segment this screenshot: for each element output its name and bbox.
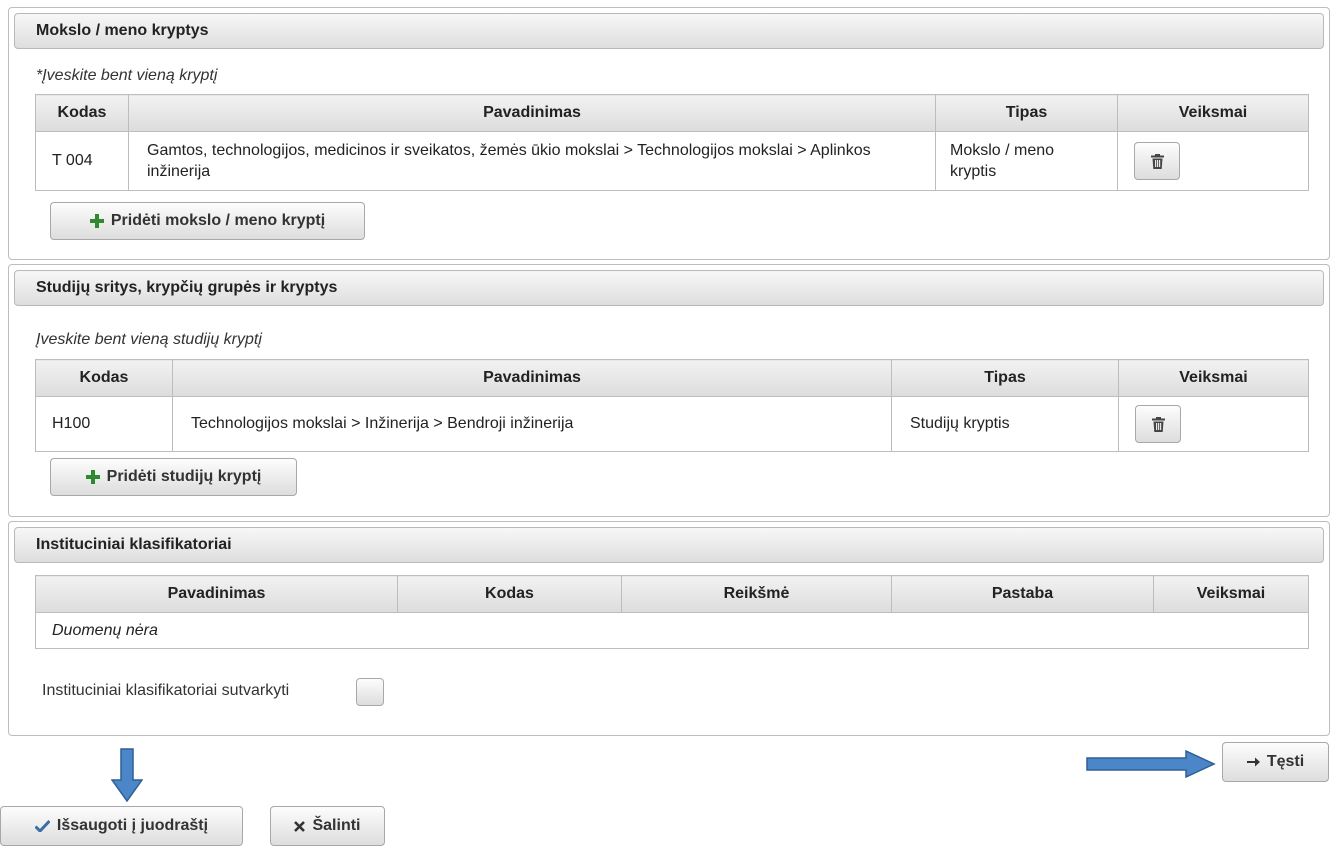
save-draft-button[interactable]: Išsaugoti į juodraštį: [0, 806, 243, 846]
table-row-empty: Duomenų nėra: [35, 612, 1309, 649]
col-pavadinimas[interactable]: Pavadinimas: [128, 94, 936, 132]
delete-button[interactable]: [1134, 142, 1180, 180]
trash-icon: [1151, 416, 1165, 432]
cell-tipas: Mokslo / meno kryptis: [935, 131, 1118, 191]
checkbox-label: Instituciniai klasifikatoriai sutvarkyti: [42, 682, 290, 699]
col-veiksmai: Veiksmai: [1153, 575, 1309, 613]
panel-instituciniai: Instituciniai klasifikatoriai Pavadinima…: [8, 521, 1330, 736]
cell-kodas: T 004: [35, 131, 129, 191]
panel-header-instituciniai: Instituciniai klasifikatoriai: [14, 527, 1324, 563]
add-mokslo-kryptis-button[interactable]: Pridėti mokslo / meno kryptį: [50, 202, 365, 240]
col-kodas[interactable]: Kodas: [397, 575, 622, 613]
cell-tipas: Studijų kryptis: [891, 396, 1119, 452]
col-pavadinimas[interactable]: Pavadinimas: [172, 359, 892, 397]
delete-draft-label: Šalinti: [312, 817, 361, 834]
panel-studiju-sritys: Studijų sritys, krypčių grupės ir krypty…: [8, 264, 1330, 517]
table-studiju: Kodas Pavadinimas Tipas Veiksmai H100 Te…: [35, 359, 1309, 452]
blue-arrow-down-icon: [111, 748, 143, 802]
col-veiksmai: Veiksmai: [1118, 359, 1309, 397]
col-pavadinimas[interactable]: Pavadinimas: [35, 575, 398, 613]
trash-icon: [1150, 153, 1164, 169]
continue-label: Tęsti: [1266, 753, 1305, 770]
arrow-right-icon: [1246, 757, 1260, 767]
col-kodas[interactable]: Kodas: [35, 94, 129, 132]
cell-kodas: H100: [35, 396, 173, 452]
col-pastaba[interactable]: Pastaba: [891, 575, 1154, 613]
delete-button[interactable]: [1135, 405, 1181, 443]
cell-veiksmai: [1118, 396, 1309, 452]
add-mokslo-label: Pridėti mokslo / meno kryptį: [110, 212, 326, 229]
cell-veiksmai: [1117, 131, 1309, 191]
table-mokslo: Kodas Pavadinimas Tipas Veiksmai T 004 G…: [35, 94, 1309, 191]
delete-draft-button[interactable]: Šalinti: [270, 806, 385, 846]
continue-button[interactable]: Tęsti: [1222, 742, 1329, 782]
hint-studiju: Įveskite bent vieną studijų kryptį: [36, 331, 262, 348]
x-icon: [294, 820, 306, 832]
panel-header-studiju: Studijų sritys, krypčių grupės ir krypty…: [14, 270, 1324, 306]
panel-mokslo-kryptys: Mokslo / meno kryptys *Įveskite bent vie…: [8, 7, 1330, 260]
table-row: H100 Technologijos mokslai > Inžinerija …: [35, 396, 1309, 452]
col-tipas[interactable]: Tipas: [935, 94, 1118, 132]
hint-mokslo: *Įveskite bent vieną kryptį: [36, 67, 218, 84]
cell-pavadinimas: Gamtos, technologijos, medicinos ir svei…: [128, 131, 936, 191]
empty-message: Duomenų nėra: [35, 612, 1309, 649]
col-tipas[interactable]: Tipas: [891, 359, 1119, 397]
add-studiju-kryptis-button[interactable]: Pridėti studijų kryptį: [50, 458, 297, 496]
table-instituciniai: Pavadinimas Kodas Reikšmė Pastaba Veiksm…: [35, 575, 1309, 649]
col-veiksmai: Veiksmai: [1117, 94, 1309, 132]
checkmark-icon: [34, 820, 50, 832]
table-row: T 004 Gamtos, technologijos, medicinos i…: [35, 131, 1309, 191]
col-kodas[interactable]: Kodas: [35, 359, 173, 397]
cell-pavadinimas: Technologijos mokslai > Inžinerija > Ben…: [172, 396, 892, 452]
klasifikatoriai-checkbox[interactable]: [356, 678, 384, 706]
col-reiksme[interactable]: Reikšmė: [621, 575, 892, 613]
add-studiju-label: Pridėti studijų kryptį: [106, 468, 262, 485]
plus-icon: [85, 470, 100, 484]
panel-header-mokslo: Mokslo / meno kryptys: [14, 13, 1324, 49]
blue-arrow-right-icon: [1086, 750, 1216, 778]
save-draft-label: Išsaugoti į juodraštį: [56, 817, 209, 834]
plus-icon: [89, 214, 104, 228]
